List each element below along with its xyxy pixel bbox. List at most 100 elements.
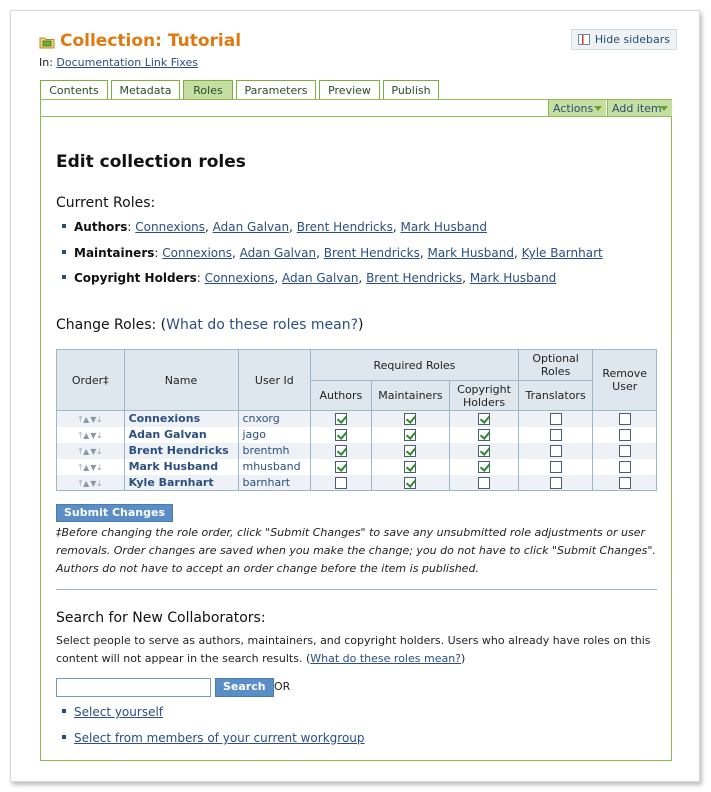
table-row: ⤒▲▼⤓ Mark Husband mhusband bbox=[56, 458, 657, 475]
col-order: Order‡ bbox=[56, 349, 125, 411]
user-name[interactable]: Connexions bbox=[123, 410, 239, 427]
roles-help-link[interactable]: What do these roles mean? bbox=[166, 317, 358, 333]
remove-user-checkbox[interactable] bbox=[618, 476, 631, 489]
bullet bbox=[62, 275, 66, 279]
person-link[interactable]: Mark Husband bbox=[401, 220, 487, 234]
maintainers-checkbox[interactable] bbox=[404, 461, 417, 473]
or-label: OR bbox=[274, 680, 291, 693]
tab-contents[interactable]: Contents bbox=[40, 80, 108, 99]
copyright-checkbox[interactable] bbox=[478, 413, 491, 426]
translators-cell bbox=[517, 474, 594, 491]
translators-cell bbox=[517, 442, 594, 459]
translators-checkbox[interactable] bbox=[549, 476, 562, 489]
col-copyright-holders: Copyright Holders bbox=[449, 380, 519, 411]
move-bottom-icon[interactable]: ⤓ bbox=[97, 463, 102, 472]
person-link[interactable]: Kyle Barnhart bbox=[522, 246, 603, 260]
order-arrows: ⤒▲▼⤓ bbox=[79, 415, 102, 424]
user-name[interactable]: Brent Hendricks bbox=[123, 442, 239, 459]
bullet bbox=[62, 735, 66, 739]
col-translators: Translators bbox=[517, 380, 594, 411]
person-link[interactable]: Brent Hendricks bbox=[324, 246, 420, 260]
change-roles-label: Change Roles: ( bbox=[56, 317, 167, 333]
tab-preview[interactable]: Preview bbox=[319, 80, 380, 99]
person-link[interactable]: Adan Galvan bbox=[213, 220, 289, 234]
remove-user-cell bbox=[592, 458, 657, 475]
title-row: Collection: Tutorial Hide sidebars bbox=[39, 29, 677, 53]
user-id: cnxorg bbox=[237, 410, 312, 427]
table-row: ⤒▲▼⤓ Kyle Barnhart barnhart bbox=[56, 474, 657, 491]
order-controls: ⤒▲▼⤓ bbox=[56, 474, 125, 491]
maintainers-cell bbox=[370, 410, 451, 427]
add-item-label: Add item bbox=[612, 102, 662, 115]
order-arrows: ⤒▲▼⤓ bbox=[79, 479, 102, 488]
maintainers-checkbox[interactable] bbox=[404, 413, 417, 426]
actions-menu[interactable]: Actions bbox=[548, 100, 606, 116]
remove-user-checkbox[interactable] bbox=[618, 413, 631, 426]
add-item-menu[interactable]: Add item bbox=[607, 100, 672, 116]
person-link[interactable]: Mark Husband bbox=[470, 271, 556, 285]
remove-user-checkbox[interactable] bbox=[618, 429, 631, 441]
tab-publish[interactable]: Publish bbox=[383, 80, 439, 99]
hide-sidebars-button[interactable]: Hide sidebars bbox=[570, 29, 677, 50]
user-name[interactable]: Adan Galvan bbox=[123, 426, 239, 443]
user-name[interactable]: Mark Husband bbox=[123, 458, 239, 475]
person-link[interactable]: Mark Husband bbox=[427, 246, 513, 260]
remove-user-checkbox[interactable] bbox=[618, 461, 631, 473]
tab-metadata[interactable]: Metadata bbox=[111, 80, 180, 99]
role-name: Maintainers bbox=[74, 246, 155, 260]
breadcrumb-label: In: bbox=[39, 56, 53, 69]
translators-checkbox[interactable] bbox=[549, 461, 562, 473]
search-input[interactable] bbox=[56, 678, 211, 697]
move-bottom-icon[interactable]: ⤓ bbox=[97, 447, 102, 456]
copyright-cell bbox=[449, 410, 519, 427]
copyright-cell bbox=[449, 442, 519, 459]
authors-checkbox[interactable] bbox=[334, 413, 347, 426]
maintainers-cell bbox=[370, 458, 451, 475]
hide-sidebars-label: Hide sidebars bbox=[594, 33, 670, 46]
person-link[interactable]: Connexions bbox=[135, 220, 205, 234]
copyright-checkbox[interactable] bbox=[478, 476, 491, 489]
copyright-cell bbox=[449, 426, 519, 443]
table-row: ⤒▲▼⤓ Adan Galvan jago bbox=[56, 426, 657, 443]
breadcrumb-link[interactable]: Documentation Link Fixes bbox=[56, 56, 198, 69]
current-role-maintainers: Maintainers: Connexions, Adan Galvan, Br… bbox=[62, 246, 603, 260]
maintainers-checkbox[interactable] bbox=[404, 445, 417, 457]
tab-parameters[interactable]: Parameters bbox=[236, 80, 316, 99]
person-link[interactable]: Brent Hendricks bbox=[366, 271, 462, 285]
search-roles-help-link[interactable]: What do these roles mean? bbox=[310, 652, 461, 665]
maintainers-checkbox[interactable] bbox=[404, 429, 417, 441]
tab-roles[interactable]: Roles bbox=[183, 80, 233, 99]
role-name: Copyright Holders bbox=[74, 271, 197, 285]
select-workgroup-link[interactable]: Select from members of your current work… bbox=[74, 731, 365, 745]
translators-checkbox[interactable] bbox=[549, 445, 562, 457]
copyright-checkbox[interactable] bbox=[478, 445, 491, 457]
person-link[interactable]: Connexions bbox=[205, 271, 275, 285]
col-remove-user: Remove User bbox=[592, 349, 657, 411]
user-name[interactable]: Kyle Barnhart bbox=[123, 474, 239, 491]
authors-checkbox[interactable] bbox=[334, 445, 347, 457]
person-link[interactable]: Connexions bbox=[162, 246, 232, 260]
search-button[interactable]: Search bbox=[215, 678, 274, 697]
maintainers-checkbox[interactable] bbox=[404, 476, 417, 489]
authors-checkbox[interactable] bbox=[334, 461, 347, 473]
submit-changes-button[interactable]: Submit Changes bbox=[56, 504, 173, 522]
translators-checkbox[interactable] bbox=[549, 429, 562, 441]
authors-checkbox[interactable] bbox=[334, 429, 347, 441]
move-bottom-icon[interactable]: ⤓ bbox=[97, 431, 102, 440]
current-role-authors: Authors: Connexions, Adan Galvan, Brent … bbox=[62, 220, 487, 234]
copyright-checkbox[interactable] bbox=[478, 429, 491, 441]
move-bottom-icon[interactable]: ⤓ bbox=[97, 479, 102, 488]
move-bottom-icon[interactable]: ⤓ bbox=[97, 415, 102, 424]
translators-checkbox[interactable] bbox=[549, 413, 562, 426]
authors-checkbox[interactable] bbox=[334, 476, 347, 489]
order-arrows: ⤒▲▼⤓ bbox=[79, 447, 102, 456]
select-yourself-link[interactable]: Select yourself bbox=[74, 705, 163, 719]
person-link[interactable]: Adan Galvan bbox=[282, 271, 358, 285]
person-link[interactable]: Adan Galvan bbox=[240, 246, 316, 260]
search-title: Search for New Collaborators: bbox=[56, 610, 266, 626]
remove-user-checkbox[interactable] bbox=[618, 445, 631, 457]
user-id: brentmh bbox=[237, 442, 312, 459]
copyright-checkbox[interactable] bbox=[478, 461, 491, 473]
person-link[interactable]: Brent Hendricks bbox=[297, 220, 393, 234]
order-arrows: ⤒▲▼⤓ bbox=[79, 431, 102, 440]
